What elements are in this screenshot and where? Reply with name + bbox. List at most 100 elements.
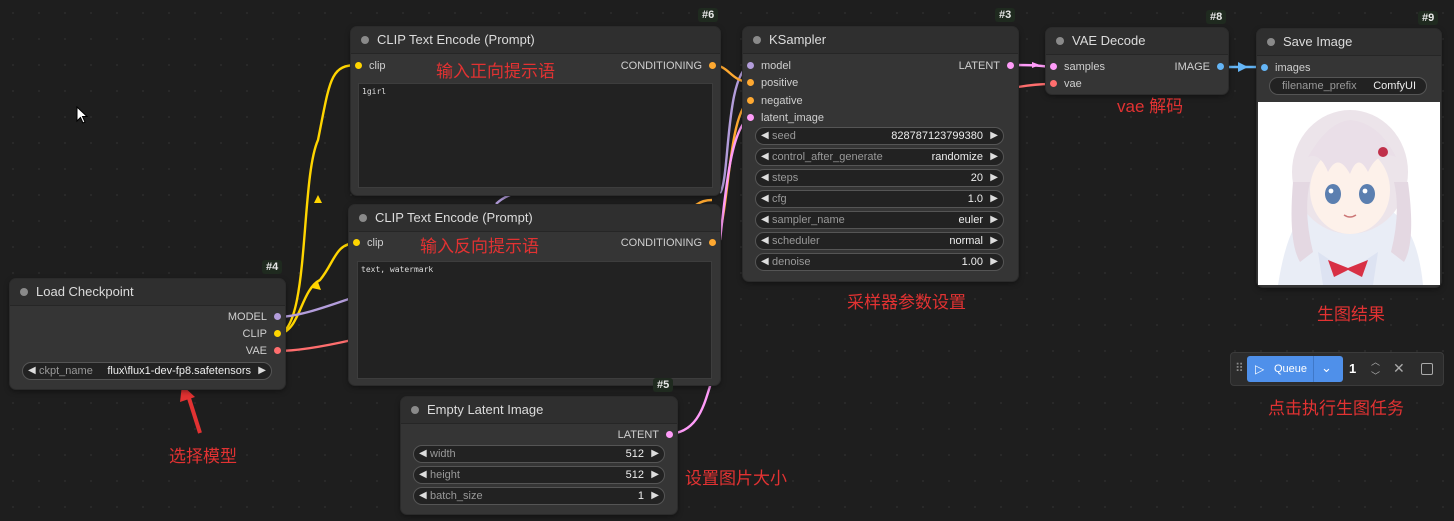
decrement-icon[interactable]: ◀ xyxy=(419,467,427,483)
node-title-bar[interactable]: Load Checkpoint xyxy=(10,279,285,306)
generated-image-preview[interactable] xyxy=(1258,102,1440,285)
batch-size-widget[interactable]: ◀ batch_size 1 ▶ xyxy=(413,487,665,505)
empty-latent-image-node[interactable]: Empty Latent Image LATENT ◀ width 512 ▶ ◀ he… xyxy=(401,397,677,514)
collapse-dot-icon[interactable] xyxy=(359,214,367,222)
collapse-dot-icon[interactable] xyxy=(753,36,761,44)
decrement-icon[interactable]: ◀ xyxy=(761,212,769,228)
node-title-bar[interactable]: CLIP Text Encode (Prompt) xyxy=(349,205,720,232)
increment-icon[interactable]: ▶ xyxy=(990,191,998,207)
decrement-icon[interactable]: ◀ xyxy=(761,191,769,207)
decrement-icon[interactable]: ◀ xyxy=(761,233,769,249)
node-title-bar[interactable]: CLIP Text Encode (Prompt) xyxy=(351,27,720,54)
widget-value[interactable]: 1.0 xyxy=(968,191,983,207)
widget-value[interactable]: 512 xyxy=(626,467,644,483)
widget-value[interactable]: 512 xyxy=(626,446,644,462)
negative-input-dot[interactable] xyxy=(747,97,754,104)
batch-count-input[interactable]: 1 xyxy=(1349,361,1356,376)
latent-image-input-dot[interactable] xyxy=(747,114,754,121)
filename-prefix-widget[interactable]: filename_prefix ComfyUI xyxy=(1269,77,1427,95)
close-icon[interactable]: ✕ xyxy=(1393,360,1405,377)
images-input-dot[interactable] xyxy=(1261,64,1268,71)
latent-output-dot[interactable] xyxy=(666,431,673,438)
vae-output-dot[interactable] xyxy=(274,347,281,354)
clip-text-encode-positive-node[interactable]: CLIP Text Encode (Prompt) clip CONDITION… xyxy=(351,27,720,195)
increment-icon[interactable]: ▶ xyxy=(651,488,659,504)
model-output-slot[interactable]: MODEL xyxy=(228,310,283,324)
increment-icon[interactable]: ▶ xyxy=(990,170,998,186)
clip-output-dot[interactable] xyxy=(274,330,281,337)
scheduler-widget[interactable]: ◀ scheduler normal ▶ xyxy=(755,232,1004,250)
height-widget[interactable]: ◀ height 512 ▶ xyxy=(413,466,665,484)
collapse-dot-icon[interactable] xyxy=(361,36,369,44)
conditioning-output-dot[interactable] xyxy=(709,239,716,246)
increment-icon[interactable]: ▶ xyxy=(990,149,998,165)
latent-output-slot[interactable]: LATENT xyxy=(618,428,675,442)
node-title-bar[interactable]: KSampler xyxy=(743,27,1018,54)
widget-value[interactable]: randomize xyxy=(932,149,983,165)
clip-input-dot[interactable] xyxy=(353,239,360,246)
increment-icon[interactable]: ▶ xyxy=(990,254,998,270)
clip-output-slot[interactable]: CLIP xyxy=(243,327,283,341)
negative-input-slot[interactable]: negative xyxy=(745,94,803,108)
collapse-dot-icon[interactable] xyxy=(1056,37,1064,45)
model-output-dot[interactable] xyxy=(274,313,281,320)
samples-input-slot[interactable]: samples xyxy=(1048,60,1105,74)
image-output-dot[interactable] xyxy=(1217,63,1224,70)
steps-widget[interactable]: ◀ steps 20 ▶ xyxy=(755,169,1004,187)
increment-icon[interactable]: ︿ xyxy=(1371,355,1380,368)
decrement-icon[interactable]: ◀ xyxy=(28,363,36,379)
increment-icon[interactable]: ▶ xyxy=(651,467,659,483)
vae-input-dot[interactable] xyxy=(1050,80,1057,87)
latent-image-input-slot[interactable]: latent_image xyxy=(745,111,824,125)
increment-icon[interactable]: ▶ xyxy=(651,446,659,462)
decrement-icon[interactable]: ◀ xyxy=(761,170,769,186)
increment-icon[interactable]: ▶ xyxy=(990,212,998,228)
conditioning-output-slot[interactable]: CONDITIONING xyxy=(621,236,718,250)
collapse-dot-icon[interactable] xyxy=(1267,38,1275,46)
denoise-widget[interactable]: ◀ denoise 1.00 ▶ xyxy=(755,253,1004,271)
node-title-bar[interactable]: Save Image xyxy=(1257,29,1441,56)
images-input-slot[interactable]: images xyxy=(1259,61,1310,75)
positive-input-slot[interactable]: positive xyxy=(745,76,798,90)
decrement-icon[interactable]: ◀ xyxy=(761,254,769,270)
load-checkpoint-node[interactable]: Load Checkpoint MODEL CLIP VAE ◀ ckpt_nam… xyxy=(10,279,285,389)
node-title-bar[interactable]: VAE Decode xyxy=(1046,28,1228,55)
decrement-icon[interactable]: ◀ xyxy=(761,149,769,165)
vae-output-slot[interactable]: VAE xyxy=(246,344,283,358)
decrement-icon[interactable]: ﹀ xyxy=(1371,369,1380,382)
collapse-dot-icon[interactable] xyxy=(411,406,419,414)
image-output-slot[interactable]: IMAGE xyxy=(1175,60,1226,74)
increment-icon[interactable]: ▶ xyxy=(990,233,998,249)
queue-button[interactable]: ▷ Queue ⌄ xyxy=(1247,356,1343,382)
drag-handle-icon[interactable]: ⠿ xyxy=(1235,361,1244,375)
clip-input-slot[interactable]: clip xyxy=(353,59,386,73)
save-image-node[interactable]: Save Image images filename_prefix ComfyU… xyxy=(1257,29,1441,287)
widget-value[interactable]: normal xyxy=(949,233,983,249)
queue-toolbar[interactable]: ⠿ ▷ Queue ⌄ 1 ︿ ﹀ ✕ xyxy=(1230,352,1444,386)
model-input-slot[interactable]: model xyxy=(745,59,791,73)
clip-input-dot[interactable] xyxy=(355,62,362,69)
seed-widget[interactable]: ◀ seed 828787123799380 ▶ xyxy=(755,127,1004,145)
model-input-dot[interactable] xyxy=(747,62,754,69)
latent-output-dot[interactable] xyxy=(1007,62,1014,69)
decrement-icon[interactable]: ◀ xyxy=(419,446,427,462)
cfg-widget[interactable]: ◀ cfg 1.0 ▶ xyxy=(755,190,1004,208)
widget-value[interactable]: 828787123799380 xyxy=(891,128,983,144)
collapse-dot-icon[interactable] xyxy=(20,288,28,296)
node-title-bar[interactable]: Empty Latent Image xyxy=(401,397,677,424)
widget-value[interactable]: euler xyxy=(959,212,983,228)
ckpt-name-widget[interactable]: ◀ ckpt_name flux\flux1-dev-fp8.safetensors… xyxy=(22,362,272,380)
sampler-name-widget[interactable]: ◀ sampler_name euler ▶ xyxy=(755,211,1004,229)
chevron-down-icon[interactable]: ⌄ xyxy=(1321,355,1332,381)
vae-input-slot[interactable]: vae xyxy=(1048,77,1082,91)
decrement-icon[interactable]: ◀ xyxy=(761,128,769,144)
clip-input-slot[interactable]: clip xyxy=(351,236,384,250)
positive-input-dot[interactable] xyxy=(747,79,754,86)
increment-icon[interactable]: ▶ xyxy=(990,128,998,144)
widget-value[interactable]: 1 xyxy=(638,488,644,504)
vae-decode-node[interactable]: VAE Decode samples vae IMAGE xyxy=(1046,28,1228,94)
latent-output-slot[interactable]: LATENT xyxy=(959,59,1016,73)
ksampler-node[interactable]: KSampler model positive negative latent_… xyxy=(743,27,1018,281)
prompt-textarea[interactable]: text, watermark xyxy=(357,261,712,379)
conditioning-output-dot[interactable] xyxy=(709,62,716,69)
